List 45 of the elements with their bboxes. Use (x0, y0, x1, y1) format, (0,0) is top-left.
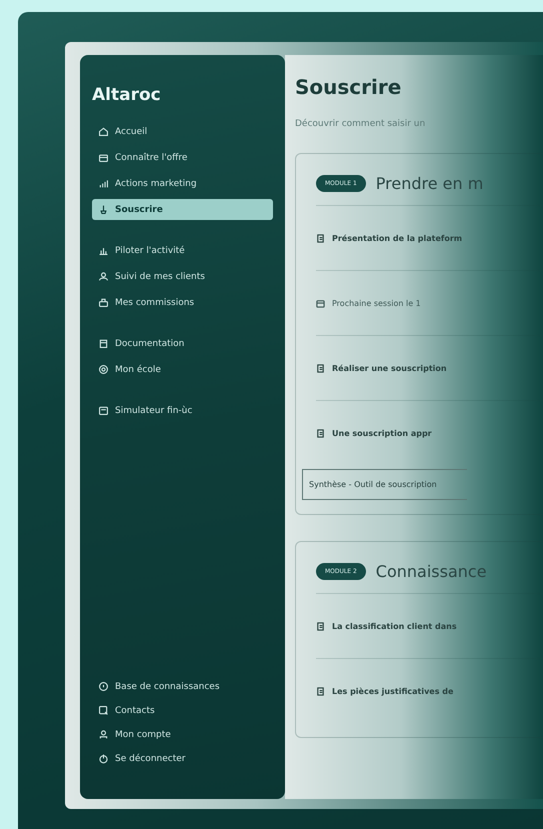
document-icon (316, 686, 325, 696)
lesson-link[interactable]: Une souscription appr (332, 428, 432, 438)
menu-icon (98, 681, 109, 692)
sidebar-item[interactable]: Documentation (92, 333, 273, 354)
menu-icon (98, 705, 109, 716)
menu-icon (98, 338, 109, 349)
menu-icon (98, 178, 109, 189)
lesson-link[interactable]: Présentation de la plateform (332, 234, 462, 242)
sidebar-item[interactable]: Connaître l'offre (92, 147, 273, 168)
calendar-icon (316, 298, 325, 308)
sidebar-item[interactable]: Mon compte (92, 724, 273, 745)
lesson-link[interactable]: La classification client dans (332, 622, 457, 630)
sidebar-item[interactable]: Contacts (92, 700, 273, 721)
module-title: Prendre en m (376, 174, 484, 193)
sidebar-item[interactable]: Simulateur fin-ùc (92, 400, 273, 421)
menu-icon (98, 271, 109, 282)
sidebar-item[interactable]: Base de connaissances (92, 676, 273, 697)
menu-icon (98, 204, 109, 215)
document-icon (316, 428, 325, 438)
lesson-link[interactable]: Réaliser une souscription (332, 364, 447, 372)
sidebar-item[interactable]: Se déconnecter (92, 748, 273, 769)
document-icon (316, 622, 325, 630)
menu-icon (98, 364, 109, 375)
session-text: Prochaine session le 1 (332, 298, 421, 308)
page-title: Souscrire (295, 75, 402, 99)
logo: Altaroc (92, 85, 161, 105)
sidebar-item[interactable]: Suivi de mes clients (92, 266, 273, 287)
sidebar-item[interactable]: Actions marketing (92, 173, 273, 194)
page-subtitle: Découvrir comment saisir un (295, 119, 426, 129)
menu-icon (98, 245, 109, 256)
document-icon (316, 364, 325, 372)
menu-icon (98, 729, 109, 740)
menu-icon (98, 297, 109, 308)
menu-icon (98, 405, 109, 416)
document-icon (316, 234, 325, 242)
sidebar-item[interactable]: Mes commissions (92, 292, 273, 313)
sidebar-item[interactable]: Piloter l'activité (92, 240, 273, 261)
sidebar-item[interactable]: Mon école (92, 359, 273, 380)
menu-icon (98, 753, 109, 764)
lesson-link[interactable]: Les pièces justificatives de (332, 686, 454, 696)
sidebar-item[interactable]: Accueil (92, 121, 273, 142)
summary-button[interactable]: Synthèse - Outil de souscription (302, 469, 467, 500)
sidebar-item[interactable]: Souscrire (92, 199, 273, 220)
menu-icon (98, 152, 109, 163)
menu-icon (98, 126, 109, 137)
